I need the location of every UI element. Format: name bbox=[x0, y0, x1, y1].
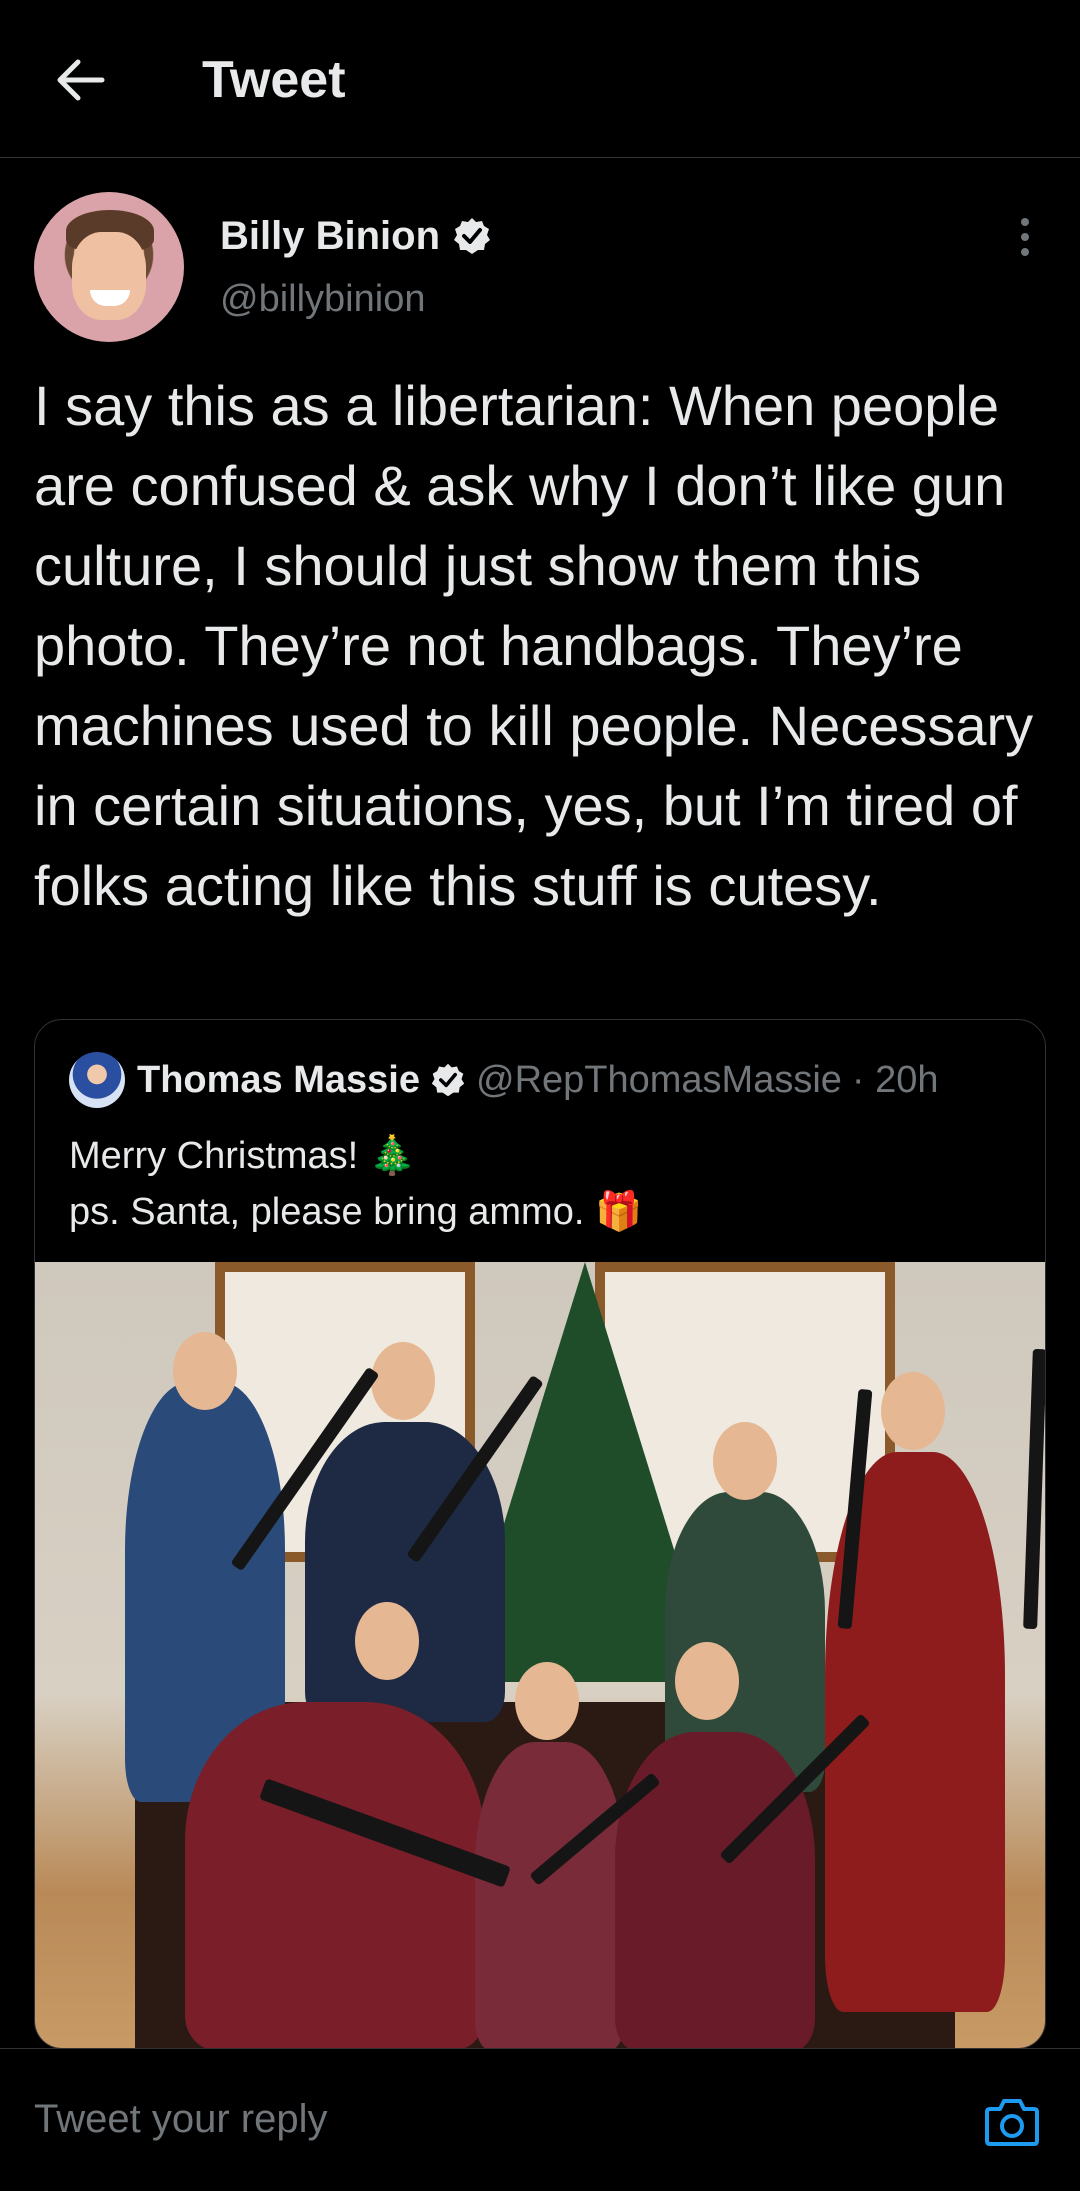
author-avatar[interactable] bbox=[34, 192, 184, 342]
person-head bbox=[371, 1342, 435, 1420]
quoted-author-name: Thomas Massie bbox=[137, 1058, 420, 1101]
person-head bbox=[881, 1372, 945, 1450]
quoted-timestamp: · 20h bbox=[851, 1058, 939, 1101]
back-button[interactable] bbox=[50, 52, 110, 108]
camera-icon[interactable] bbox=[984, 2095, 1040, 2147]
rifle bbox=[1023, 1348, 1045, 1630]
person bbox=[185, 1702, 485, 2048]
more-dot-icon bbox=[1021, 233, 1029, 241]
arrow-left-icon bbox=[57, 59, 105, 101]
more-options-button[interactable] bbox=[1005, 212, 1045, 262]
quoted-tweet[interactable]: Thomas Massie @RepThomasMassie · 20h Mer… bbox=[34, 1019, 1046, 2049]
quoted-photo[interactable] bbox=[35, 1262, 1045, 2048]
author-name-row[interactable]: Billy Binion bbox=[220, 212, 492, 260]
quoted-text-line: ps. Santa, please bring ammo. 🎁 bbox=[69, 1191, 643, 1233]
person bbox=[475, 1742, 625, 2048]
person-head bbox=[173, 1332, 237, 1410]
more-dot-icon bbox=[1021, 248, 1029, 256]
quoted-author-handle: @RepThomasMassie bbox=[476, 1058, 842, 1101]
author-name[interactable]: Billy Binion bbox=[220, 212, 440, 260]
person-head bbox=[713, 1422, 777, 1500]
reply-bar: Tweet your reply bbox=[0, 2048, 1080, 2191]
author-handle[interactable]: @billybinion bbox=[220, 276, 425, 322]
verified-badge-icon bbox=[454, 218, 490, 254]
quoted-header: Thomas Massie @RepThomasMassie · 20h bbox=[69, 1050, 939, 1110]
more-dot-icon bbox=[1021, 218, 1029, 226]
person-head bbox=[515, 1662, 579, 1740]
reply-input[interactable]: Tweet your reply bbox=[34, 2095, 327, 2143]
quoted-text-line: Merry Christmas! 🎄 bbox=[69, 1135, 417, 1177]
page-title: Tweet bbox=[202, 51, 346, 109]
quoted-text: Merry Christmas! 🎄 ps. Santa, please bri… bbox=[69, 1128, 1009, 1240]
tweet-text: I say this as a libertarian: When people… bbox=[34, 374, 1034, 917]
quoted-avatar[interactable] bbox=[69, 1052, 125, 1108]
top-bar: Tweet bbox=[0, 0, 1080, 158]
verified-badge-icon bbox=[431, 1063, 465, 1097]
person-head bbox=[675, 1642, 739, 1720]
person-head bbox=[355, 1602, 419, 1680]
